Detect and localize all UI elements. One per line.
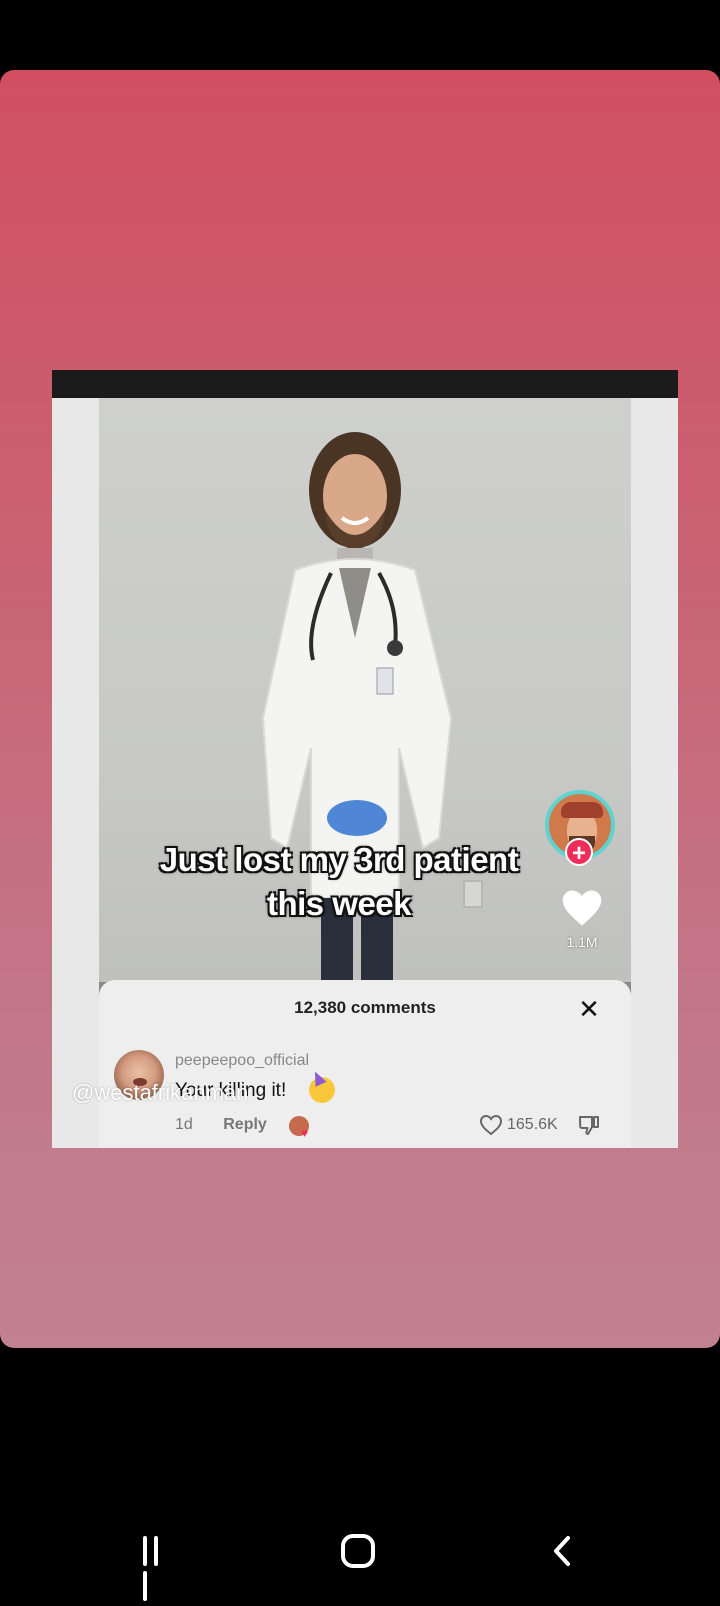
post-top-bar xyxy=(52,370,678,398)
comment-meta: 1d Reply xyxy=(175,1116,293,1134)
comment-time: 1d xyxy=(175,1116,193,1133)
avatar-hat xyxy=(561,802,603,818)
comments-count-title: 12,380 comments xyxy=(294,998,436,1017)
liked-by-creator-icon: ♥ xyxy=(289,1116,309,1140)
recents-icon[interactable] xyxy=(143,1536,175,1601)
comments-sheet: 12,380 comments ✕ peepeepoo_official You… xyxy=(99,980,631,1148)
post-screenshot: Just lost my 3rd patient this week + 1.1… xyxy=(52,370,678,1148)
likes-count: 1.1M xyxy=(566,934,598,950)
comment-like-count: 165.6K xyxy=(507,1116,558,1133)
comment-username[interactable]: peepeepoo_official xyxy=(175,1052,309,1070)
close-icon[interactable]: ✕ xyxy=(574,994,604,1024)
system-nav-bar xyxy=(0,1500,720,1601)
back-icon[interactable] xyxy=(548,1534,578,1568)
video-frame[interactable]: Just lost my 3rd patient this week + 1.1… xyxy=(99,398,631,1000)
thumbs-down-icon[interactable] xyxy=(577,1114,601,1136)
comment-heart-icon[interactable] xyxy=(479,1114,503,1136)
video-caption: Just lost my 3rd patient this week xyxy=(159,841,519,922)
media-card: Just lost my 3rd patient this week + 1.1… xyxy=(0,70,720,1348)
creator-watermark: @westafrikanman xyxy=(72,1080,249,1105)
reply-button[interactable]: Reply xyxy=(223,1116,267,1133)
heart-icon[interactable] xyxy=(561,888,603,928)
party-face-emoji-icon xyxy=(309,1069,335,1103)
follow-plus-icon[interactable]: + xyxy=(565,838,593,867)
home-icon[interactable] xyxy=(341,1534,375,1568)
